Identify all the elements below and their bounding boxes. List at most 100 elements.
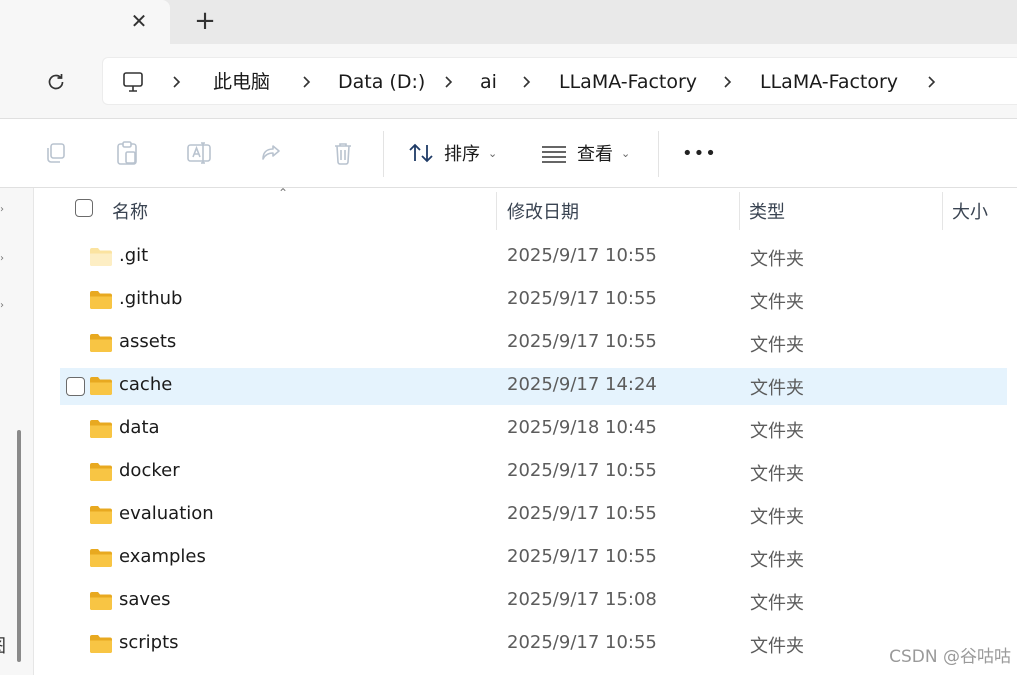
file-type: 文件夹 [750, 335, 804, 356]
trash-icon [335, 143, 351, 165]
breadcrumb-ai[interactable]: ai [480, 70, 497, 94]
folder-icon [89, 247, 113, 271]
breadcrumb-this-pc[interactable]: 此电脑 [213, 70, 270, 94]
delete-button[interactable] [330, 140, 356, 166]
more-icon: ••• [682, 142, 717, 164]
file-date-modified: 2025/9/17 10:55 [507, 245, 657, 266]
file-row[interactable]: docker 2025/9/17 10:55 文件夹 [60, 454, 1007, 491]
sort-button[interactable]: 排序 ⌄ [408, 137, 497, 169]
file-row[interactable]: assets 2025/9/17 10:55 文件夹 [60, 325, 1007, 362]
file-type: 文件夹 [750, 550, 804, 571]
folder-icon [89, 505, 113, 529]
view-label: 查看 [577, 144, 613, 165]
chevron-right-icon[interactable] [441, 70, 455, 94]
copy-icon [47, 143, 65, 163]
column-divider[interactable] [942, 192, 943, 230]
folder-icon [89, 290, 113, 314]
file-name: examples [119, 546, 206, 567]
breadcrumb-llama-factory[interactable]: LLaMA-Factory [559, 70, 697, 94]
refresh-icon [48, 74, 64, 90]
share-icon [262, 145, 280, 160]
column-header-row: ⌃ 名称 修改日期 类型 大小 [34, 188, 1017, 232]
file-name: saves [119, 589, 171, 610]
file-name: .git [119, 245, 149, 266]
refresh-button[interactable] [38, 64, 74, 100]
file-list: ⌃ 名称 修改日期 类型 大小 .git 2025/9/17 10:55 文件夹… [34, 188, 1017, 675]
file-type: 文件夹 [750, 507, 804, 528]
folder-icon [89, 548, 113, 572]
file-row[interactable]: examples 2025/9/17 10:55 文件夹 [60, 540, 1007, 577]
file-row[interactable]: evaluation 2025/9/17 10:55 文件夹 [60, 497, 1007, 534]
folder-icon [89, 333, 113, 357]
chevron-right-icon[interactable] [169, 70, 183, 94]
chevron-right-icon[interactable] [519, 70, 533, 94]
file-type: 文件夹 [750, 249, 804, 270]
watermark: CSDN @谷咕咕 [889, 647, 1011, 667]
chevron-down-icon: ⌄ [621, 146, 631, 160]
file-type: 文件夹 [750, 593, 804, 614]
paste-button[interactable] [114, 140, 140, 166]
chevron-right-icon[interactable] [720, 70, 734, 94]
file-row[interactable]: .git 2025/9/17 10:55 文件夹 [60, 239, 1007, 276]
new-tab-button[interactable]: + [190, 6, 220, 36]
rename-button[interactable] [186, 140, 212, 166]
column-header-date-modified[interactable]: 修改日期 [507, 198, 579, 224]
expand-arrow-icon[interactable]: › [0, 301, 6, 311]
file-date-modified: 2025/9/17 14:24 [507, 374, 657, 395]
view-list-icon [542, 146, 566, 163]
chevron-right-icon[interactable] [924, 70, 938, 94]
file-row[interactable]: saves 2025/9/17 15:08 文件夹 [60, 583, 1007, 620]
sort-ascending-icon: ⌃ [278, 188, 289, 200]
file-row[interactable]: data 2025/9/18 10:45 文件夹 [60, 411, 1007, 448]
file-row[interactable]: scripts 2025/9/17 10:55 文件夹 [60, 626, 1007, 663]
close-tab-button[interactable]: ✕ [124, 6, 154, 36]
plus-icon: + [194, 6, 216, 36]
breadcrumb-llama-factory-current[interactable]: LLaMA-Factory [760, 70, 898, 94]
file-row[interactable]: cache 2025/9/17 14:24 文件夹 [60, 368, 1007, 405]
expand-arrow-icon[interactable]: › [0, 205, 6, 215]
file-date-modified: 2025/9/17 15:08 [507, 589, 657, 610]
file-name: assets [119, 331, 177, 352]
file-type: 文件夹 [750, 636, 804, 657]
chevron-down-icon: ⌄ [488, 146, 498, 160]
nav-item-fragment[interactable]: 图 [0, 632, 6, 658]
nav-scrollbar[interactable] [17, 430, 21, 662]
copy-button[interactable] [42, 140, 68, 166]
file-date-modified: 2025/9/17 10:55 [507, 331, 657, 352]
file-date-modified: 2025/9/17 10:55 [507, 288, 657, 309]
tab-strip: ✕ + [0, 0, 1017, 44]
close-icon: ✕ [130, 9, 148, 33]
chevron-right-icon[interactable] [299, 70, 313, 94]
folder-icon [89, 462, 113, 486]
active-tab[interactable]: ✕ [0, 0, 170, 44]
command-bar: 排序 ⌄ 查看 ⌄ ••• [0, 118, 1017, 188]
file-name: cache [119, 374, 173, 395]
sort-icon [409, 143, 433, 163]
more-options-button[interactable]: ••• [682, 137, 717, 169]
file-row[interactable]: .github 2025/9/17 10:55 文件夹 [60, 282, 1007, 319]
select-all-checkbox[interactable] [75, 199, 93, 217]
address-bar[interactable]: 此电脑 Data (D:) ai LLaMA-Factory LLaMA-Fac… [102, 57, 1017, 105]
sort-label: 排序 [444, 144, 480, 165]
file-type: 文件夹 [750, 378, 804, 399]
view-button[interactable]: 查看 ⌄ [541, 137, 630, 169]
file-name: scripts [119, 632, 179, 653]
folder-icon [89, 634, 113, 658]
breadcrumb-data-drive[interactable]: Data (D:) [338, 70, 425, 94]
expand-arrow-icon[interactable]: › [0, 254, 6, 264]
folder-icon [89, 376, 113, 400]
file-name: .github [119, 288, 183, 309]
file-type: 文件夹 [750, 292, 804, 313]
file-name: evaluation [119, 503, 214, 524]
navigation-pane: › › › 图 [0, 188, 34, 675]
file-date-modified: 2025/9/17 10:55 [507, 546, 657, 567]
row-checkbox[interactable] [66, 377, 85, 396]
file-name: data [119, 417, 160, 438]
column-divider[interactable] [496, 192, 497, 230]
column-header-name[interactable]: 名称 [112, 198, 148, 224]
file-date-modified: 2025/9/17 10:55 [507, 503, 657, 524]
column-header-type[interactable]: 类型 [749, 198, 785, 224]
column-header-size[interactable]: 大小 [952, 198, 988, 224]
share-button[interactable] [258, 140, 284, 166]
column-divider[interactable] [739, 192, 740, 230]
